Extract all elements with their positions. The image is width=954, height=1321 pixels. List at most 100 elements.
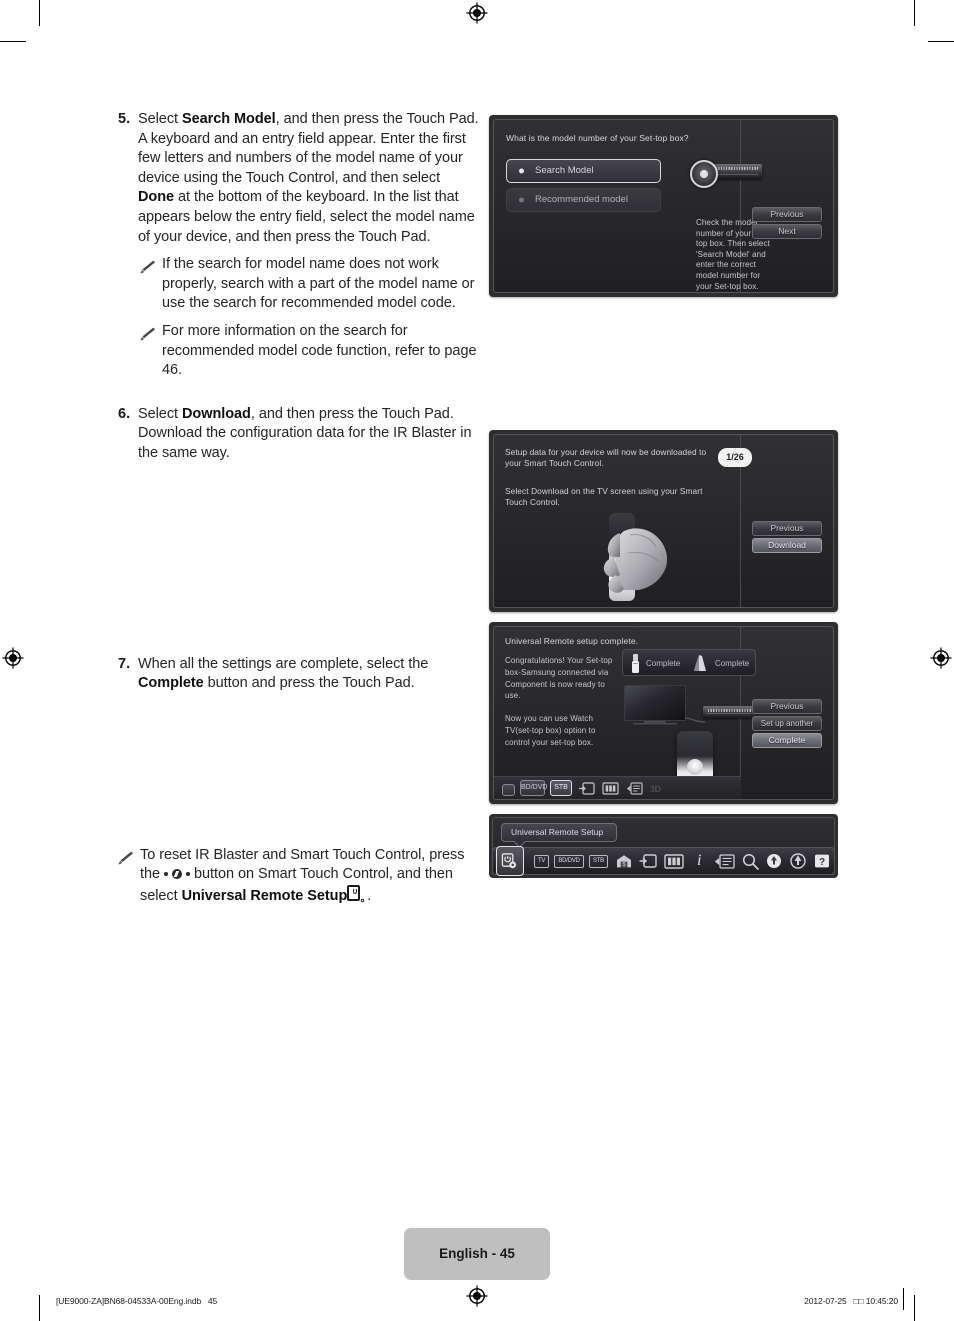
complete-button[interactable]: Complete: [752, 733, 822, 748]
button-rail: Previous Next: [741, 120, 833, 292]
pointer-cursor: [690, 160, 718, 188]
tv-screen: What is the model number of your Set-top…: [493, 119, 834, 293]
text-bold-run: Done: [138, 189, 175, 206]
chip-label: BD/DVD: [521, 784, 548, 791]
download-button[interactable]: Download: [752, 538, 822, 553]
smart-hub-icon[interactable]: $: [612, 848, 636, 874]
pencil-icon: [118, 851, 140, 868]
search-icon[interactable]: [739, 848, 763, 874]
text-run: Select: [138, 405, 182, 422]
tv-screen: Setup data for your device will now be d…: [493, 434, 834, 608]
note-reset-ir-blaster: To reset IR Blaster and Smart Touch Cont…: [118, 846, 480, 907]
text-run: For more information on the search for r…: [162, 322, 477, 379]
ir-blaster-icon: [631, 654, 640, 673]
step-number: 6.: [118, 405, 131, 422]
crop-mark-top-right-v: [914, 0, 915, 26]
source-chip-bd-dvd[interactable]: BD/DVD: [520, 780, 548, 796]
channel-list-icon[interactable]: [660, 848, 688, 874]
help-icon[interactable]: ?: [810, 848, 834, 874]
step-number: 5.: [118, 111, 131, 127]
previous-button[interactable]: Previous: [752, 207, 822, 222]
channel-list-icon[interactable]: [602, 782, 619, 795]
universal-remote-setup-icon[interactable]: [496, 846, 524, 876]
page-number-tag: English - 45: [404, 1228, 550, 1280]
stb-label: STB: [588, 854, 608, 868]
web-browser-icon[interactable]: [786, 848, 810, 874]
manual-page: 5. Select Search Model, and then press t…: [0, 0, 954, 1321]
screenshot-universal-remote-toolbar: Universal Remote Setup TV BD/DVD STB $ i…: [489, 814, 838, 878]
step-text: Select Download, and then press the Touc…: [138, 405, 480, 464]
info-label: i: [697, 852, 702, 869]
registration-mark-right: [930, 647, 952, 669]
crop-mark-bottom-right-v: [914, 1295, 915, 1321]
source-chip-stb[interactable]: STB: [550, 780, 572, 796]
text-run: at the bottom of the keyboard. In the li…: [138, 189, 475, 245]
source-icon[interactable]: [636, 848, 660, 874]
text-bold-run: Search Model: [181, 111, 276, 127]
toolbar-icon-row: TV BD/DVD STB $ i ?: [493, 846, 834, 876]
note-text: To reset IR Blaster and Smart Touch Cont…: [140, 846, 480, 907]
tv-screen: Universal Remote setup complete. Congrat…: [493, 626, 834, 800]
previous-button[interactable]: Previous: [752, 521, 822, 536]
screenshot-search-model: What is the model number of your Set-top…: [489, 115, 838, 297]
crop-mark-top-right-h: [928, 41, 954, 42]
screenshot-download: Setup data for your device will now be d…: [489, 430, 838, 612]
tv-illustration: [624, 685, 686, 721]
text-bold-run: Download: [181, 405, 251, 422]
option-recommended-model[interactable]: Recommended model: [506, 188, 661, 212]
tv-base: [633, 723, 677, 725]
3d-label[interactable]: 3D: [650, 784, 661, 794]
source-chip-tv-small[interactable]: [502, 784, 515, 796]
next-button[interactable]: Next: [752, 224, 822, 239]
download-line-2: Select Download on the TV screen using y…: [505, 486, 703, 508]
option-search-model[interactable]: Search Model: [506, 159, 661, 183]
button-rail: Previous Download: [741, 435, 833, 607]
option-label: Search Model: [535, 165, 594, 176]
screen-title: What is the model number of your Set-top…: [506, 133, 689, 143]
instruction-column: 5. Select Search Model, and then press t…: [118, 110, 480, 906]
smart-touch-control-icon: [693, 655, 707, 672]
connection-cable: [684, 711, 706, 723]
note-text-bold: Universal Remote Setup: [181, 887, 348, 904]
svg-text:?: ?: [819, 857, 825, 868]
bd-dvd-icon[interactable]: BD/DVD: [554, 848, 585, 874]
download-line-1: Setup data for your device will now be d…: [505, 447, 707, 469]
status-tray: Complete Complete: [622, 649, 756, 676]
note-refer-page: For more information on the search for r…: [118, 322, 480, 381]
previous-button[interactable]: Previous: [752, 699, 822, 714]
more-button-icon: [164, 869, 190, 880]
toolbar-tooltip: Universal Remote Setup: [501, 823, 617, 842]
universal-remote-setup-icon: [347, 884, 367, 905]
registration-mark-top: [466, 2, 488, 24]
guide-icon[interactable]: [626, 782, 643, 795]
footer-timestamp: 2012-07-25 □□ 10:45:20: [804, 1296, 898, 1306]
screen-title: Universal Remote setup complete.: [505, 636, 639, 646]
instruction-step-7: 7. When all the settings are complete, s…: [118, 655, 480, 694]
pencil-icon: [140, 260, 162, 277]
note-text: For more information on the search for r…: [162, 322, 480, 381]
toolbar-bar: TV BD/DVD STB $ i ?: [492, 846, 835, 876]
ir-blaster-status-label: Complete: [646, 659, 681, 668]
text-run: If the search for model name does not wo…: [162, 256, 475, 312]
touch-pad: [687, 759, 703, 776]
svg-text:$: $: [623, 862, 626, 868]
set-up-another-button[interactable]: Set up another: [752, 716, 822, 731]
text-run: button and press the Touch Pad.: [203, 675, 415, 692]
tv-icon[interactable]: TV: [530, 848, 554, 874]
step-text: When all the settings are complete, sele…: [138, 655, 480, 694]
guide-icon[interactable]: [711, 848, 739, 874]
stb-icon[interactable]: STB: [585, 848, 613, 874]
complete-paragraph-1: Congratulations! Your Set-top box-Samsun…: [505, 656, 613, 701]
footer-file-info: [UE9000-ZA]BN68-04533A-00Eng.indb 45: [56, 1296, 218, 1306]
source-icon[interactable]: [579, 782, 595, 795]
text-run: When all the settings are complete, sele…: [138, 655, 429, 672]
radio-bullet: [519, 197, 524, 203]
chip-label: STB: [554, 784, 568, 791]
info-icon[interactable]: i: [687, 848, 711, 874]
note-text: If the search for model name does not wo…: [162, 255, 480, 314]
instruction-step-5: 5. Select Search Model, and then press t…: [118, 110, 480, 247]
instruction-step-6: 6. Select Download, and then press the T…: [118, 405, 480, 464]
apps-icon[interactable]: [762, 848, 786, 874]
step-text: Select Search Model, and then press the …: [138, 110, 480, 247]
text-bold-run: Complete: [138, 675, 204, 692]
